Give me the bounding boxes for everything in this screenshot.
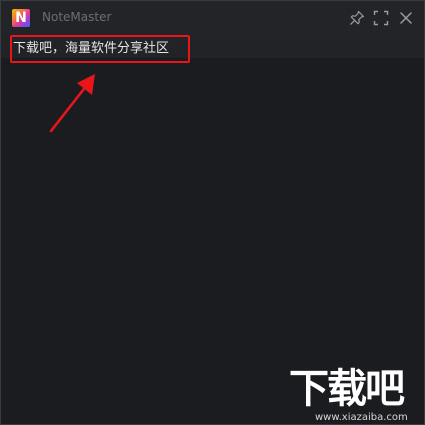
pin-icon[interactable] — [349, 10, 365, 26]
app-title: NoteMaster — [42, 10, 112, 24]
watermark: 下载吧 www.xiazaiba.com — [285, 365, 424, 424]
maximize-icon[interactable] — [373, 10, 389, 26]
notemaster-window: N NoteMaster 下载吧，海量软件分享社区 下载吧 www.xiazai — [0, 0, 425, 425]
watermark-url: www.xiazaiba.com — [315, 412, 408, 423]
app-logo-icon: N — [12, 9, 30, 27]
watermark-logo: 下载吧 — [289, 366, 405, 412]
annotation-highlight-box — [10, 35, 190, 63]
annotation-arrow-icon — [49, 74, 95, 133]
title-bar[interactable]: N NoteMaster — [1, 1, 424, 34]
app-logo-letter: N — [15, 10, 27, 26]
close-icon[interactable] — [398, 10, 414, 26]
